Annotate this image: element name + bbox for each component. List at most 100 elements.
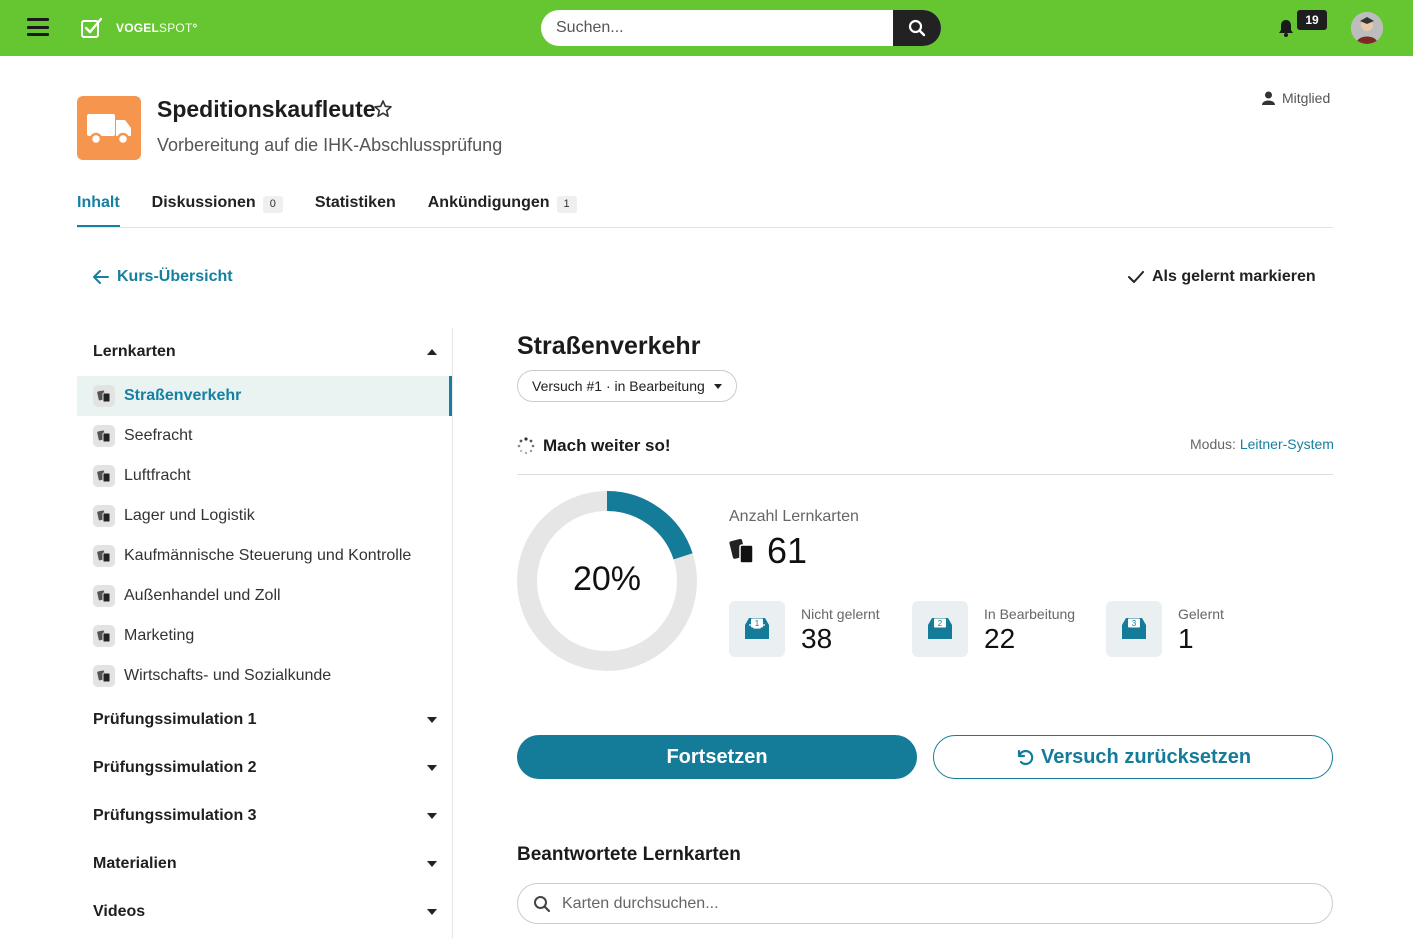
card-search-input[interactable] — [562, 884, 1322, 923]
tab-label: Inhalt — [77, 194, 120, 211]
sidebar-item-marketing[interactable]: Marketing — [77, 616, 452, 656]
truck-icon — [87, 114, 131, 146]
sidebar-item-strassenverkehr[interactable]: Straßenverkehr — [77, 376, 452, 416]
tab-diskussionen[interactable]: Diskussionen 0 — [152, 190, 283, 228]
notification-count-badge[interactable]: 19 — [1297, 10, 1327, 30]
cards-icon — [93, 505, 115, 527]
learning-mode: Modus: Leitner-System — [1190, 436, 1334, 452]
sidebar-section-label: Prüfungssimulation 2 — [93, 759, 257, 776]
sidebar-section-pruefungssimulation-2[interactable]: Prüfungssimulation 2 — [93, 759, 437, 783]
chevron-down-icon — [427, 861, 437, 867]
tab-label: Statistiken — [314, 194, 396, 211]
cards-icon — [93, 385, 115, 407]
attempt-selector[interactable]: Versuch #1 · in Bearbeitung — [517, 370, 737, 402]
chevron-up-icon — [427, 349, 437, 355]
back-to-course-overview-link[interactable]: Kurs-Übersicht — [93, 268, 233, 286]
tab-label: Diskussionen — [151, 194, 256, 211]
sidebar: Lernkarten Straßenverkehr Seefracht Luft… — [77, 328, 453, 938]
checkmark-icon — [1128, 271, 1144, 283]
course-title: Speditionskaufleute — [157, 96, 376, 122]
card-count: 61 — [729, 530, 807, 572]
search-input[interactable] — [541, 10, 893, 46]
user-icon — [1262, 91, 1275, 105]
inbox-1-icon: 1 — [729, 601, 785, 657]
reset-attempt-label: Versuch zurücksetzen — [1040, 745, 1252, 768]
sidebar-section-lernkarten[interactable]: Lernkarten — [93, 343, 437, 367]
cards-icon — [93, 425, 115, 447]
box-value: 1 — [1178, 623, 1194, 654]
course-icon — [77, 96, 141, 160]
cards-icon — [93, 465, 115, 487]
tab-label: Ankündigungen — [427, 194, 550, 211]
sidebar-item-kaufmaennische-steuerung[interactable]: Kaufmännische Steuerung und Kontrolle — [77, 536, 452, 576]
avatar[interactable] — [1351, 12, 1383, 44]
tab-ankuendigungen[interactable]: Ankündigungen 1 — [428, 190, 577, 228]
search-button[interactable] — [893, 10, 941, 46]
mark-learned-label: Als gelernt markieren — [1152, 268, 1316, 285]
member-role: Mitglied — [1262, 90, 1330, 106]
sidebar-section-pruefungssimulation-3[interactable]: Prüfungssimulation 3 — [93, 807, 437, 831]
cards-icon — [93, 545, 115, 567]
cards-icon — [93, 665, 115, 687]
sidebar-section-pruefungssimulation-1[interactable]: Prüfungssimulation 1 — [93, 711, 437, 735]
sidebar-item-aussenhandel-und-zoll[interactable]: Außenhandel und Zoll — [77, 576, 452, 616]
sidebar-item-label: Lager und Logistik — [124, 507, 255, 524]
progress-message: Mach weiter so! — [517, 436, 671, 456]
top-navigation-bar: VOGELSPOT° 19 — [0, 0, 1413, 56]
card-count-label: Anzahl Lernkarten — [729, 508, 859, 525]
sidebar-item-label: Seefracht — [124, 427, 193, 444]
box-label: Nicht gelernt — [801, 606, 880, 622]
sidebar-item-label: Außenhandel und Zoll — [124, 587, 281, 604]
box-label: In Bearbeitung — [984, 606, 1076, 622]
progress-message-label: Mach weiter so! — [543, 436, 671, 455]
star-icon[interactable] — [373, 99, 393, 119]
sidebar-item-label: Kaufmännische Steuerung und Kontrolle — [124, 547, 412, 564]
reset-attempt-button[interactable]: Versuch zurücksetzen — [933, 735, 1333, 779]
sidebar-item-seefracht[interactable]: Seefracht — [77, 416, 452, 456]
cards-icon — [729, 538, 754, 564]
sidebar-item-label: Marketing — [124, 627, 195, 644]
sidebar-section-label: Materialien — [93, 855, 177, 872]
chevron-down-icon — [427, 765, 437, 771]
search-icon — [908, 19, 926, 37]
box-label: Gelernt — [1178, 606, 1224, 622]
tab-statistiken[interactable]: Statistiken — [315, 190, 396, 228]
mode-link[interactable]: Leitner-System — [1240, 436, 1334, 452]
sidebar-item-luftfracht[interactable]: Luftfracht — [77, 456, 452, 496]
chevron-down-icon — [427, 717, 437, 723]
sidebar-section-materialien[interactable]: Materialien — [93, 855, 437, 879]
sidebar-section-videos[interactable]: Videos — [93, 903, 437, 927]
sidebar-section-label: Lernkarten — [93, 343, 176, 360]
inbox-2-icon: 2 — [912, 601, 968, 657]
answered-cards-heading: Beantwortete Lernkarten — [517, 844, 741, 865]
sidebar-item-lager-und-logistik[interactable]: Lager und Logistik — [77, 496, 452, 536]
tabs-divider — [77, 227, 1333, 228]
sidebar-item-wirtschafts-und-sozialkunde[interactable]: Wirtschafts- und Sozialkunde — [77, 656, 452, 696]
tab-count-badge: 1 — [556, 196, 577, 213]
cards-icon — [93, 585, 115, 607]
bell-icon[interactable] — [1276, 18, 1296, 38]
mode-label: Modus: — [1190, 436, 1236, 452]
chevron-down-icon — [427, 909, 437, 915]
menu-icon[interactable] — [27, 18, 49, 36]
logo[interactable]: VOGELSPOT° — [80, 16, 198, 40]
divider — [517, 474, 1333, 475]
brand-name: VOGELSPOT° — [116, 21, 198, 35]
search-bar — [541, 10, 941, 46]
tab-count-badge: 0 — [262, 196, 283, 213]
mark-as-learned-button[interactable]: Als gelernt markieren — [1128, 268, 1316, 286]
tab-inhalt[interactable]: Inhalt — [77, 190, 120, 228]
attempt-selector-label: Versuch #1 · in Bearbeitung — [532, 378, 705, 394]
course-subtitle: Vorbereitung auf die IHK-Abschlussprüfun… — [157, 135, 503, 155]
search-icon — [534, 896, 551, 913]
course-tabs: Inhalt Diskussionen 0 Statistiken Ankündi… — [77, 190, 609, 228]
back-link-label: Kurs-Übersicht — [117, 268, 233, 285]
svg-text:2: 2 — [938, 619, 943, 628]
sidebar-item-label: Luftfracht — [124, 467, 191, 484]
chevron-down-icon — [714, 384, 722, 389]
leitner-box-1: 1 Nicht gelernt 38 — [729, 601, 880, 657]
inbox-3-icon: 3 — [1106, 601, 1162, 657]
spinner-icon — [517, 437, 535, 455]
sidebar-section-label: Prüfungssimulation 3 — [93, 807, 257, 824]
continue-button[interactable]: Fortsetzen — [517, 735, 917, 779]
